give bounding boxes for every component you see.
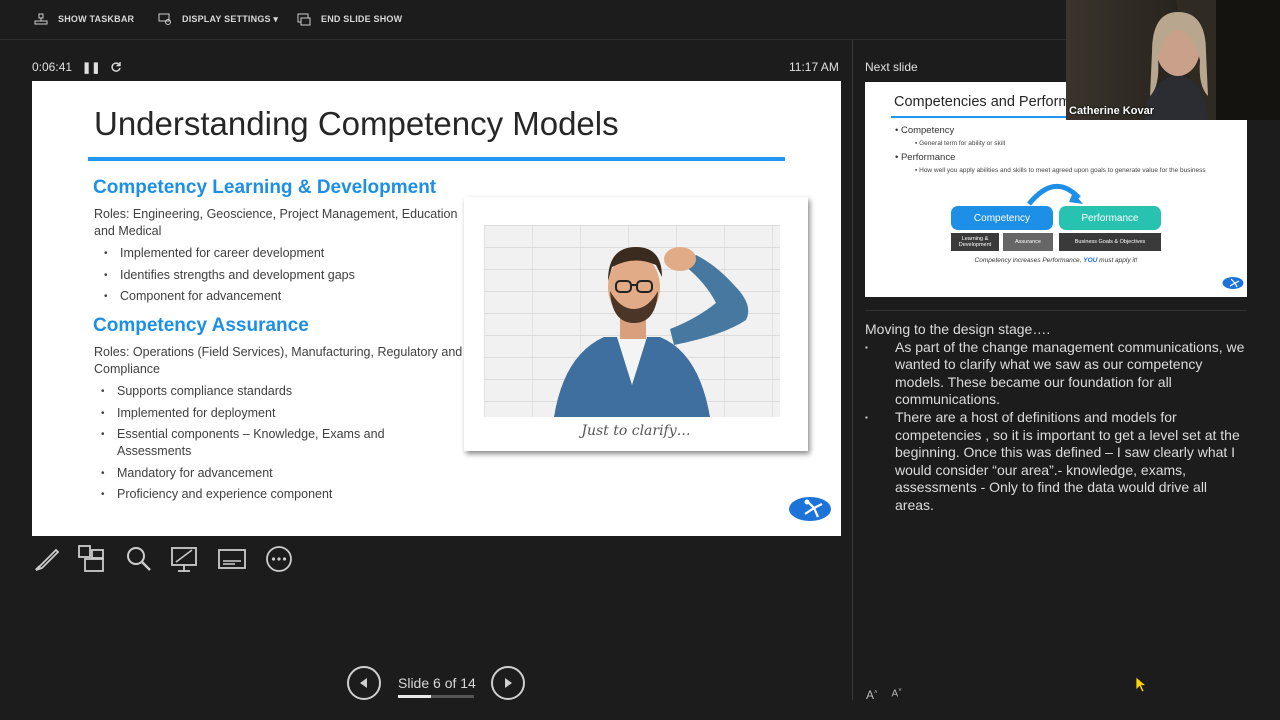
pointer-screen-icon <box>171 547 197 572</box>
display-settings-label: DISPLAY SETTINGS ▾ <box>182 13 279 24</box>
title-underline <box>88 157 785 161</box>
more-options-icon <box>266 546 292 572</box>
next-sub-competency-text: General term for ability or skill <box>919 140 1006 147</box>
show-taskbar-label: SHOW TASKBAR <box>58 14 135 24</box>
display-settings-icon <box>158 13 171 25</box>
pane-divider[interactable] <box>852 40 853 700</box>
slide-title: Understanding Competency Models <box>94 105 619 142</box>
list-item: Implemented for deployment <box>101 405 401 422</box>
increase-font-icon[interactable]: A˄ <box>866 688 878 702</box>
end-slide-show-label: END SLIDE SHOW <box>321 14 403 24</box>
display-settings-button[interactable]: DISPLAY SETTINGS ▾ <box>158 12 278 26</box>
decrease-font-icon[interactable]: A˅ <box>892 688 902 702</box>
notes-intro: Moving to the design stage…. <box>865 321 1051 337</box>
slide-progress-fill <box>398 695 431 698</box>
restart-icon[interactable] <box>110 61 122 73</box>
image-caption: Just to clarify… <box>581 423 691 439</box>
pointer-options-button[interactable] <box>170 544 200 574</box>
end-show-icon <box>297 13 311 26</box>
next-sub-competency: ▪ General term for ability or skill <box>915 140 1006 147</box>
previous-slide-button[interactable] <box>347 666 381 700</box>
image-frame: Just to clarify… <box>464 197 808 451</box>
next-arrow-icon <box>505 678 512 688</box>
caption-you: YOU <box>1083 257 1098 264</box>
slides-grid-icon <box>78 545 104 572</box>
zoom-icon <box>127 547 151 571</box>
webcam-feed: Catherine Kovar <box>1066 0 1280 120</box>
curved-arrow-icon <box>1027 183 1083 206</box>
mouse-cursor-icon <box>1135 676 1147 693</box>
next-slide-logo-icon <box>1222 277 1244 289</box>
bullet-list-learning: Implemented for career development Ident… <box>104 245 355 310</box>
previous-arrow-icon <box>360 678 367 688</box>
current-slide[interactable]: Understanding Competency Models Competen… <box>32 81 841 536</box>
pen-tool-button[interactable] <box>32 544 62 574</box>
next-slide-button[interactable] <box>491 666 525 700</box>
next-slide-label: Next slide <box>865 60 918 74</box>
end-slide-show-button[interactable]: END SLIDE SHOW <box>297 12 402 26</box>
man-scratching-head-photo <box>484 225 780 417</box>
list-item: Supports compliance standards <box>101 383 401 400</box>
next-bullet-competency: • Competency <box>895 125 955 136</box>
caption-part-2: must apply it! <box>1097 257 1138 264</box>
slide-progress-bar <box>398 695 474 698</box>
subtitles-button[interactable] <box>217 544 247 574</box>
notes-item: As part of the change management communi… <box>865 339 1245 409</box>
more-options-button[interactable] <box>264 544 294 574</box>
list-item: Essential components – Knowledge, Exams … <box>101 426 401 460</box>
subtitles-icon <box>218 549 246 569</box>
list-item: Proficiency and experience component <box>101 486 401 503</box>
section-heading-learning: Competency Learning & Development <box>93 177 437 198</box>
slide-counter[interactable]: Slide 6 of 14 <box>398 675 476 691</box>
notes-separator <box>865 310 1247 311</box>
competency-pill: Competency <box>951 206 1053 230</box>
business-goals-box: Business Goals & Objectives <box>1059 233 1161 251</box>
see-all-slides-button[interactable] <box>77 544 107 574</box>
taskbar-icon <box>34 13 48 25</box>
list-item: Component for advancement <box>104 288 355 305</box>
caption-part-1: Competency increases Performance, <box>974 257 1084 264</box>
notes-list: As part of the change management communi… <box>865 339 1245 515</box>
pen-icon <box>35 548 60 571</box>
performance-pill: Performance <box>1059 206 1161 230</box>
elapsed-time: 0:06:41 <box>32 60 73 74</box>
assurance-box: Assurance <box>1003 233 1053 251</box>
section-roles-learning: Roles: Engineering, Geoscience, Project … <box>94 207 458 238</box>
slide-timer: 0:06:41 ❚❚ <box>32 60 122 74</box>
pause-icon[interactable]: ❚❚ <box>82 61 100 74</box>
next-bullet-competency-text: Competency <box>900 125 955 136</box>
section-heading-assurance: Competency Assurance <box>93 315 309 336</box>
bullet-list-assurance: Supports compliance standards Implemente… <box>101 383 401 508</box>
company-logo-icon <box>789 497 831 521</box>
show-taskbar-button[interactable]: SHOW TASKBAR <box>34 12 134 26</box>
current-time: 11:17 AM <box>789 60 839 74</box>
list-item: Implemented for career development <box>104 245 355 262</box>
notes-font-size-controls: A˄ A˅ <box>866 688 902 702</box>
next-slide-caption: Competency increases Performance, YOU mu… <box>865 257 1247 264</box>
next-bullet-performance-text: Performance <box>900 152 956 163</box>
zoom-button[interactable] <box>124 544 154 574</box>
next-sub-performance: ▪ How well you apply abilities and skill… <box>915 167 1206 174</box>
presenter-video <box>1144 0 1280 120</box>
list-item: Identifies strengths and development gap… <box>104 267 355 284</box>
notes-item: There are a host of definitions and mode… <box>865 409 1245 515</box>
learning-development-box: Learning & Development <box>951 233 999 251</box>
section-roles-assurance: Roles: Operations (Field Services), Manu… <box>94 345 463 376</box>
next-sub-performance-text: How well you apply abilities and skills … <box>919 167 1206 174</box>
list-item: Mandatory for advancement <box>101 465 401 482</box>
webcam-participant-name: Catherine Kovar <box>1069 105 1154 117</box>
speaker-notes[interactable]: Moving to the design stage…. As part of … <box>865 321 1245 515</box>
next-bullet-performance: • Performance <box>895 152 956 163</box>
